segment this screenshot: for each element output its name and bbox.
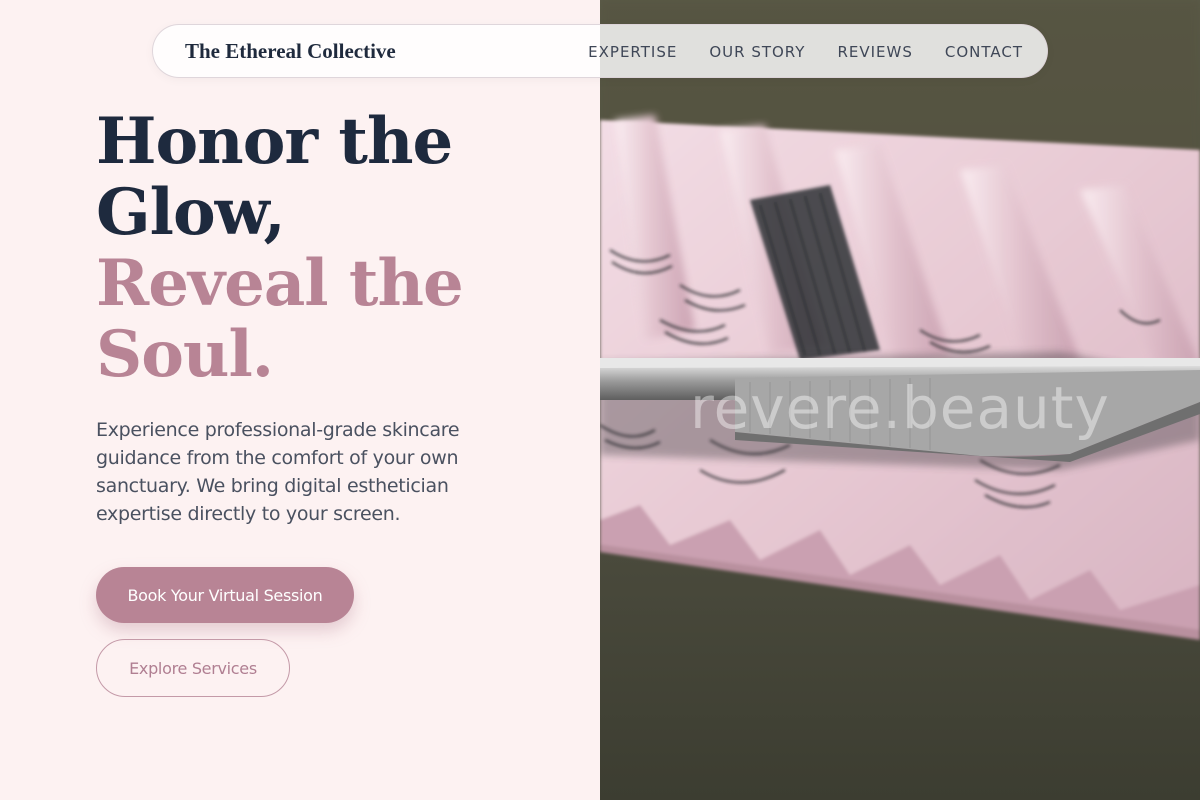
- nav-link-expertise[interactable]: EXPERTISE: [588, 43, 677, 61]
- hero-image: revere.beauty: [600, 0, 1200, 800]
- hero-title-line-4: Soul.: [96, 317, 274, 392]
- explore-services-button[interactable]: Explore Services: [96, 639, 290, 697]
- top-navbar: The Ethereal Collective EXPERTISE OUR ST…: [152, 24, 1048, 78]
- hero-title-line-2: Glow,: [96, 175, 286, 250]
- hero-title: Honor the Glow, Reveal the Soul.: [96, 106, 556, 390]
- nav-link-contact[interactable]: CONTACT: [945, 43, 1023, 61]
- book-session-button[interactable]: Book Your Virtual Session: [96, 567, 354, 623]
- nav-links: EXPERTISE OUR STORY REVIEWS CONTACT: [588, 25, 1023, 79]
- hero-title-line-1: Honor the: [96, 104, 453, 179]
- hero-description: Experience professional-grade skincare g…: [96, 419, 460, 525]
- watermark-text: revere.beauty: [690, 374, 1110, 442]
- nav-link-reviews[interactable]: REVIEWS: [837, 43, 912, 61]
- hero-title-line-3: Reveal the: [96, 246, 464, 321]
- nav-link-our-story[interactable]: OUR STORY: [709, 43, 805, 61]
- brand-logo[interactable]: The Ethereal Collective: [185, 39, 396, 64]
